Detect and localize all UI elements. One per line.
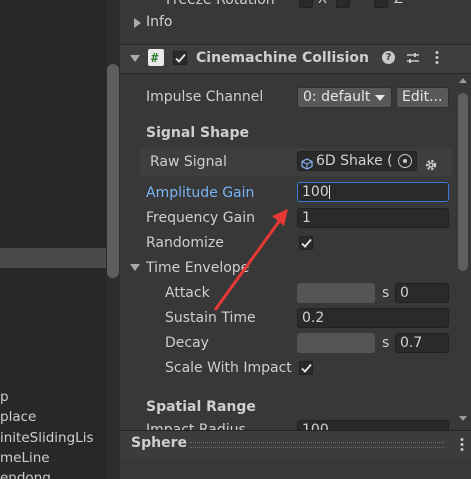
annotation-arrow-icon [213, 209, 288, 311]
